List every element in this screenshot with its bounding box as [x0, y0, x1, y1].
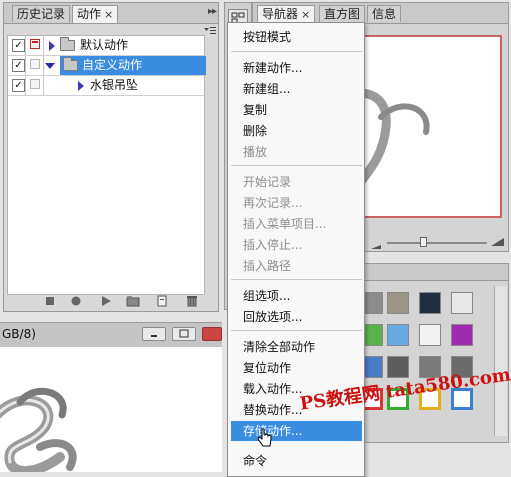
actions-panel: 历史记录 动作 × ▸▸ ✓ 默认动作 ✓ 自定义动作 ✓ 水银吊坠: [3, 2, 219, 312]
record-icon[interactable]: [70, 295, 82, 307]
menu-item-new-set[interactable]: 新建组...: [231, 79, 362, 99]
play-icon[interactable]: [100, 295, 112, 307]
minimize-icon: [151, 335, 157, 337]
toggle-item-checkbox[interactable]: ✓: [8, 56, 26, 75]
menu-separator: [231, 279, 362, 280]
action-list: ✓ 默认动作 ✓ 自定义动作 ✓ 水银吊坠: [7, 35, 206, 295]
new-action-icon[interactable]: [156, 295, 168, 307]
menu-item-start-recording: 开始记录: [243, 175, 292, 189]
checkmark-icon: ✓: [12, 79, 25, 92]
menu-item-set-options[interactable]: 组选项...: [231, 286, 362, 306]
dialog-icon: [30, 79, 40, 89]
tab-info[interactable]: 信息: [367, 5, 402, 22]
folder-icon: [60, 37, 75, 51]
style-swatch[interactable]: [387, 324, 409, 346]
panel-collapse-icon[interactable]: ▸▸: [208, 6, 217, 17]
close-icon[interactable]: ×: [104, 8, 113, 21]
action-set-label: 自定义动作: [82, 58, 143, 72]
menu-item-play: 播放: [243, 145, 268, 159]
style-swatch[interactable]: [387, 292, 409, 314]
menu-item-playback-options[interactable]: 回放选项...: [231, 307, 362, 327]
menu-item-reset-actions[interactable]: 复位动作: [231, 358, 362, 378]
zoom-slider[interactable]: [387, 242, 487, 244]
action-set-row[interactable]: ✓ 默认动作: [8, 36, 204, 56]
collapse-triangle-icon[interactable]: [45, 63, 55, 69]
toggle-dialog-checkbox[interactable]: [26, 36, 44, 55]
action-set-label: 默认动作: [80, 38, 129, 52]
dialog-icon: [30, 59, 40, 69]
document-title: GB/8): [2, 327, 36, 341]
style-swatch[interactable]: [451, 324, 473, 346]
maximize-button[interactable]: [172, 327, 196, 341]
style-swatch[interactable]: [419, 324, 441, 346]
menu-separator: [231, 165, 362, 166]
menu-item-delete[interactable]: 删除: [231, 121, 362, 141]
styles-tabbar: [355, 264, 508, 281]
tab-histogram-label: 直方图: [324, 7, 361, 21]
hand-cursor-icon: [257, 428, 273, 448]
tab-history[interactable]: 历史记录: [12, 5, 71, 22]
action-row[interactable]: ✓ 水银吊坠: [8, 76, 204, 96]
toggle-item-checkbox[interactable]: ✓: [8, 36, 26, 55]
tab-histogram[interactable]: 直方图: [319, 5, 366, 22]
menu-separator: [231, 51, 362, 52]
expand-triangle-icon[interactable]: [49, 41, 55, 51]
stop-icon[interactable]: [44, 295, 56, 307]
panel-menu-icon[interactable]: [204, 25, 216, 34]
menu-item-new-action[interactable]: 新建动作...: [231, 58, 362, 78]
action-set-row-selected[interactable]: ✓ 自定义动作: [8, 56, 206, 76]
checkmark-icon: ✓: [12, 59, 25, 72]
tab-navigator-label: 导航器: [262, 7, 299, 21]
close-window-button[interactable]: [202, 327, 222, 341]
zoom-slider-thumb[interactable]: [420, 237, 427, 247]
new-set-folder-icon[interactable]: [126, 295, 140, 307]
panel-menu-glyph: [204, 27, 216, 34]
style-swatch[interactable]: [419, 292, 441, 314]
menu-separator: [231, 330, 362, 331]
navigator-tabbar: 导航器 × 直方图 信息: [253, 3, 508, 24]
dialog-icon: [30, 39, 40, 49]
menu-item-save-actions[interactable]: 存储动作...: [231, 421, 362, 441]
actions-toolbar: [4, 291, 218, 311]
zoom-in-icon[interactable]: [491, 236, 505, 247]
style-swatch[interactable]: [451, 292, 473, 314]
maximize-icon: [179, 329, 189, 338]
menu-item-insert-menu-item: 插入菜单项目...: [243, 217, 327, 231]
menu-item-record-again: 再次记录...: [243, 196, 303, 210]
document-titlebar[interactable]: GB/8): [0, 322, 222, 348]
menu-item-duplicate[interactable]: 复制: [231, 100, 362, 120]
zoom-out-icon[interactable]: [371, 239, 383, 249]
document-canvas[interactable]: [0, 347, 222, 477]
menu-item-insert-stop: 插入停止...: [243, 238, 303, 252]
toggle-dialog-checkbox[interactable]: [26, 76, 44, 95]
menu-item-insert-path: 插入路径: [243, 259, 292, 273]
trash-icon[interactable]: [186, 295, 198, 307]
menu-item-clear-all-actions[interactable]: 清除全部动作: [231, 337, 362, 357]
folder-icon: [63, 57, 78, 71]
tab-info-label: 信息: [372, 7, 397, 21]
close-icon[interactable]: ×: [301, 8, 310, 21]
actions-panel-tabbar: 历史记录 动作 × ▸▸: [4, 3, 218, 24]
tab-actions[interactable]: 动作 ×: [72, 5, 119, 23]
menu-item-button-mode[interactable]: 按钮模式: [231, 27, 362, 47]
expand-triangle-icon[interactable]: [78, 81, 84, 91]
toggle-dialog-checkbox[interactable]: [26, 56, 44, 75]
chrome-ornament-image: [0, 387, 77, 477]
tab-actions-label: 动作: [77, 7, 102, 21]
toggle-item-checkbox[interactable]: ✓: [8, 76, 26, 95]
minimize-button[interactable]: [142, 327, 166, 341]
tab-navigator[interactable]: 导航器 ×: [257, 5, 316, 23]
tab-history-label: 历史记录: [17, 7, 66, 21]
action-label: 水银吊坠: [90, 78, 139, 92]
styles-panel: [354, 263, 509, 443]
menu-item-commands[interactable]: 命令: [231, 451, 362, 471]
checkmark-icon: ✓: [12, 39, 25, 52]
